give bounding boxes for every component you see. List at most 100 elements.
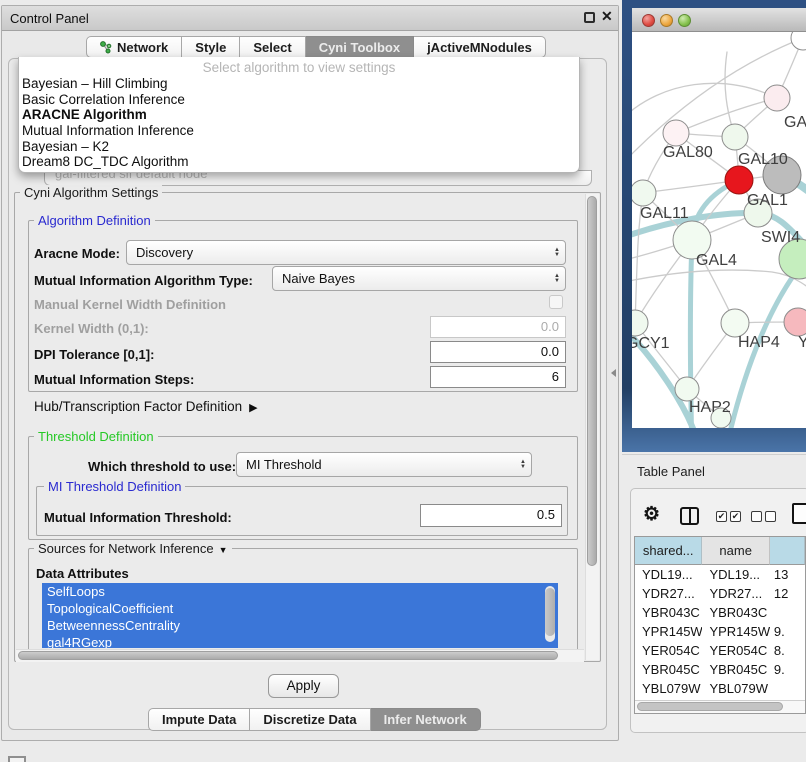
network-node[interactable]	[791, 32, 806, 50]
node-label-gal10: GAL10	[738, 151, 788, 168]
aracne-mode-label: Aracne Mode:	[34, 246, 120, 261]
mi-type-value: Naive Bayes	[282, 271, 355, 286]
table-row[interactable]: YBL079WYBL079W	[635, 679, 805, 698]
gear-icon[interactable]: ⚙	[643, 503, 660, 526]
hub-definition-label: Hub/Transcription Factor Definition	[34, 399, 242, 414]
network-canvas[interactable]: GALGAL80GAL10GAL1GAL11SWI4GAL4GCY1HAP4YH…	[632, 32, 806, 428]
control-panel-tabs: NetworkStyleSelectCyni ToolboxjActiveMNo…	[86, 36, 546, 58]
algorithm-definition-title: Algorithm Definition	[34, 213, 155, 228]
mi-threshold-field[interactable]: 0.5	[420, 504, 562, 527]
tab-label: Infer Network	[384, 712, 467, 727]
attribute-item-gal4rgexp[interactable]: gal4RGexp	[42, 634, 558, 648]
aracne-mode-select[interactable]: Discovery ▲▼	[126, 240, 566, 265]
manual-kernel-checkbox[interactable]	[549, 295, 563, 309]
cut-off-corner-widget	[8, 756, 26, 762]
function-builder-icon[interactable]	[792, 503, 806, 524]
network-node-gal80[interactable]	[663, 120, 689, 146]
table-row[interactable]: YPR145WYPR145W9.	[635, 622, 805, 641]
kernel-width-field[interactable]: 0.0	[430, 316, 566, 338]
tab-infer-network[interactable]: Infer Network	[371, 708, 481, 731]
node-label-hap2: HAP2	[689, 399, 731, 416]
network-node-hap4[interactable]	[721, 309, 749, 337]
table-panel-title: Table Panel	[637, 464, 705, 479]
tab-label: Discretize Data	[263, 712, 356, 727]
table-row[interactable]: YBR043CYBR043C	[635, 603, 805, 622]
table-cell: YBR043C	[635, 603, 702, 622]
columns-icon[interactable]	[680, 507, 699, 525]
attribute-list-scrollbar[interactable]	[545, 586, 555, 642]
dpi-tolerance-label: DPI Tolerance [0,1]:	[34, 347, 154, 362]
network-node-gal1[interactable]	[725, 166, 753, 194]
table-cell: YDL19...	[635, 565, 702, 584]
mi-steps-field[interactable]: 6	[430, 366, 566, 388]
settings-horizontal-scrollbar-thumb[interactable]	[18, 651, 558, 660]
data-attributes-list[interactable]: SelfLoopsTopologicalCoefficientBetweenne…	[42, 583, 558, 648]
attribute-item-betweennesscentrality[interactable]: BetweennessCentrality	[42, 617, 558, 634]
node-label-gal1: GAL1	[747, 192, 788, 209]
network-graph: GALGAL80GAL10GAL1GAL11SWI4GAL4GCY1HAP4YH…	[632, 32, 806, 428]
close-traffic-light-icon[interactable]	[642, 14, 655, 27]
table-row[interactable]: YDL19...YDL19...13	[635, 565, 805, 584]
dpi-tolerance-field[interactable]: 0.0	[430, 341, 566, 363]
network-node-hap2[interactable]	[675, 377, 699, 401]
sources-group-toggle[interactable]: Sources for Network Inference▼	[34, 541, 232, 556]
tab-select[interactable]: Select	[240, 36, 305, 58]
network-node-y[interactable]	[784, 308, 806, 336]
network-node-gal[interactable]	[764, 85, 790, 111]
algorithm-option-dream8-dc-tdc-algorithm[interactable]: Dream8 DC_TDC Algorithm	[19, 154, 579, 170]
close-icon[interactable]: ✕	[601, 8, 613, 25]
hub-definition-toggle[interactable]: Hub/Transcription Factor Definition▶	[34, 399, 258, 414]
node-label-y: Y	[798, 334, 806, 351]
settings-vertical-scrollbar-thumb[interactable]	[587, 196, 597, 566]
table-cell: YDL19...	[702, 565, 769, 584]
settings-group-title: Cyni Algorithm Settings	[20, 185, 162, 200]
algorithm-option-aracne-algorithm[interactable]: ARACNE Algorithm	[19, 107, 579, 123]
tab-discretize-data[interactable]: Discretize Data	[250, 708, 370, 731]
attribute-item-topologicalcoefficient[interactable]: TopologicalCoefficient	[42, 600, 558, 617]
table-row[interactable]: YER054CYER054C8.	[635, 641, 805, 660]
mi-threshold-label: Mutual Information Threshold:	[44, 510, 232, 525]
apply-button[interactable]: Apply	[268, 674, 339, 698]
mi-type-label: Mutual Information Algorithm Type:	[34, 273, 253, 288]
data-attributes-label: Data Attributes	[36, 566, 129, 581]
select-all-columns-icon[interactable]: ✔✔	[716, 511, 741, 522]
tab-network[interactable]: Network	[86, 36, 182, 58]
tab-impute-data[interactable]: Impute Data	[148, 708, 250, 731]
float-window-icon[interactable]	[584, 12, 595, 23]
table-row[interactable]: YBR045CYBR045C9.	[635, 660, 805, 679]
tab-style[interactable]: Style	[182, 36, 240, 58]
table-row[interactable]: YDR27...YDR27...12	[635, 584, 805, 603]
column-header-name[interactable]: name	[702, 537, 769, 565]
network-node-gcy1[interactable]	[632, 310, 648, 336]
node-table: shared...name YDL19...YDL19...13YDR27...…	[634, 536, 806, 714]
deselect-columns-icon[interactable]	[751, 511, 776, 522]
network-window-titlebar[interactable]	[632, 8, 806, 32]
algorithm-option-bayesian-hill-climbing[interactable]: Bayesian – Hill Climbing	[19, 76, 579, 92]
network-node-gal10[interactable]	[722, 124, 748, 150]
minimize-traffic-light-icon[interactable]	[660, 14, 673, 27]
network-node-gal11[interactable]	[632, 180, 656, 206]
algorithm-option-basic-correlation-inference[interactable]: Basic Correlation Inference	[19, 92, 579, 108]
control-panel-titlebar	[2, 6, 618, 31]
sources-group-title: Sources for Network Inference	[38, 541, 214, 556]
zoom-traffic-light-icon[interactable]	[678, 14, 691, 27]
tab-cyni-toolbox[interactable]: Cyni Toolbox	[306, 36, 414, 58]
attribute-item-selfloops[interactable]: SelfLoops	[42, 583, 558, 600]
table-cell: 9.	[770, 622, 805, 641]
algorithm-option-mutual-information-inference[interactable]: Mutual Information Inference	[19, 123, 579, 139]
table-cell: YER054C	[635, 641, 702, 660]
node-label-hap4: HAP4	[738, 334, 780, 351]
table-cell: YBL079W	[635, 679, 702, 698]
table-horizontal-scrollbar-thumb[interactable]	[637, 702, 783, 711]
table-cell: YBR045C	[702, 660, 769, 679]
panel-splitter-arrow[interactable]	[611, 369, 616, 377]
column-header-shared[interactable]: shared...	[635, 537, 702, 565]
tab-jactivemnodules[interactable]: jActiveMNodules	[414, 36, 546, 58]
aracne-mode-value: Discovery	[136, 245, 193, 260]
table-cell: 12	[770, 584, 805, 603]
mi-type-select[interactable]: Naive Bayes ▲▼	[272, 266, 566, 291]
algorithm-option-bayesian-k2[interactable]: Bayesian – K2	[19, 139, 579, 155]
column-header-cut[interactable]	[770, 537, 805, 565]
which-threshold-select[interactable]: MI Threshold ▲▼	[236, 452, 532, 477]
table-cell: YPR145W	[635, 622, 702, 641]
